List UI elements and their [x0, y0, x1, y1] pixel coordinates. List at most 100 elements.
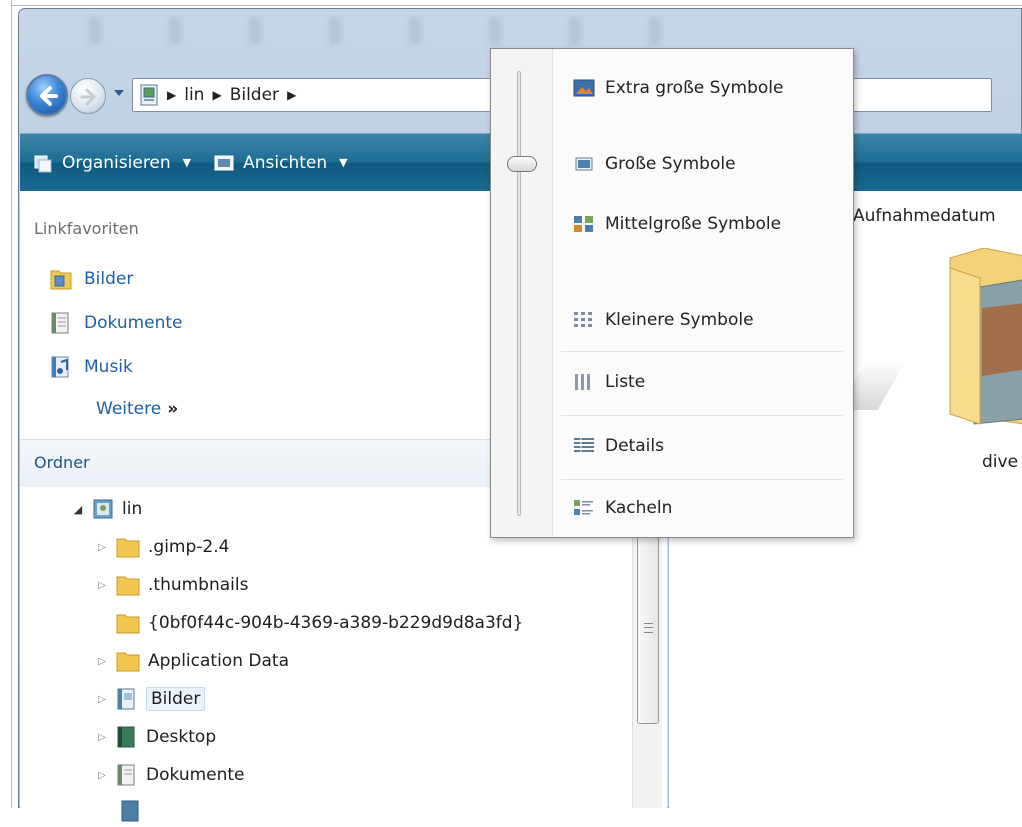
folder-icon	[116, 538, 140, 558]
pictures-folder-icon	[140, 84, 158, 106]
column-header-date-taken[interactable]: Aufnahmedatum	[853, 206, 996, 226]
views-label: Ansichten	[243, 152, 328, 173]
documents-icon	[117, 764, 135, 786]
tree-item-gimp[interactable]: ▷ .gimp-2.4	[96, 531, 229, 563]
documents-icon	[51, 312, 69, 334]
breadcrumb-lin[interactable]: lin	[184, 85, 204, 105]
tree-item-guid-folder[interactable]: {0bf0f44c-904b-4369-a389-b229d9d8a3fd}	[96, 607, 523, 639]
menu-item-list[interactable]: Liste	[573, 367, 645, 397]
menu-item-small-icons[interactable]: Kleinere Symbole	[573, 305, 754, 335]
views-menu: Extra große Symbole Große Symbole Mittel…	[490, 48, 854, 538]
tree-item-bilder[interactable]: ▷ Bilder	[96, 683, 206, 715]
favorite-musik[interactable]: Musik	[50, 355, 133, 379]
breadcrumb-separator[interactable]: ▶	[167, 88, 176, 102]
menu-item-label: Details	[605, 436, 664, 456]
tree-item-label: Dokumente	[146, 765, 245, 785]
folder-name-label[interactable]: dive	[982, 452, 1018, 472]
views-button[interactable]: Ansichten ▼	[213, 152, 348, 173]
tree-item-label: .thumbnails	[148, 575, 249, 595]
scrollbar-grip-icon	[644, 623, 653, 633]
menu-item-label: Mittelgroße Symbole	[605, 214, 782, 234]
menu-separator	[561, 415, 843, 416]
title-bar-glass	[49, 17, 669, 45]
more-label: Weitere	[96, 399, 162, 419]
tree-expand-icon[interactable]: ▷	[96, 542, 108, 553]
favorites-heading: Linkfavoriten	[34, 219, 139, 238]
favorite-dokumente[interactable]: Dokumente	[50, 311, 183, 335]
menu-separator	[561, 479, 843, 480]
pictures-folder-icon	[117, 688, 135, 710]
large-icons-icon	[575, 157, 593, 171]
views-dropdown-arrow: ▼	[339, 156, 348, 169]
tree-item-label: Bilder	[146, 687, 206, 711]
more-chevron-icon: »	[167, 399, 179, 419]
tree-expand-icon[interactable]: ▷	[96, 656, 108, 667]
views-icon	[214, 155, 234, 170]
breadcrumb-separator[interactable]: ▶	[212, 88, 221, 102]
tree-scrollbar[interactable]	[632, 524, 662, 808]
menu-item-label: Extra große Symbole	[605, 78, 784, 98]
recent-pages-dropdown-icon[interactable]	[112, 86, 126, 100]
details-view-icon	[574, 437, 594, 455]
organize-dropdown-arrow: ▼	[182, 156, 192, 169]
folder-icon	[116, 652, 140, 672]
menu-item-label: Große Symbole	[605, 154, 736, 174]
menu-item-medium-icons[interactable]: Mittelgroße Symbole	[573, 209, 781, 239]
view-size-slider-track[interactable]	[517, 71, 521, 516]
tree-item-label: .gimp-2.4	[148, 537, 230, 557]
menu-item-label: Kleinere Symbole	[605, 310, 754, 330]
folders-heading[interactable]: Ordner	[34, 453, 90, 472]
user-folder-icon	[93, 499, 113, 519]
tree-expand-icon[interactable]: ▷	[96, 694, 108, 705]
more-favorites-link[interactable]: Weitere »	[96, 399, 178, 419]
favorite-label: Musik	[84, 357, 133, 377]
folder-icon	[116, 576, 140, 596]
menu-item-label: Liste	[605, 372, 646, 392]
menu-item-details[interactable]: Details	[573, 431, 664, 461]
menu-item-label: Kacheln	[605, 498, 673, 518]
tree-item-application-data[interactable]: ▷ Application Data	[96, 645, 289, 677]
tree-item-partial[interactable]	[120, 795, 142, 827]
favorite-label: Dokumente	[84, 313, 183, 333]
tree-collapse-icon[interactable]: ◢	[72, 503, 84, 516]
tree-expand-icon[interactable]: ▷	[96, 770, 108, 781]
small-icons-icon	[574, 312, 592, 327]
list-view-icon	[575, 374, 590, 390]
breadcrumb-bilder[interactable]: Bilder	[230, 85, 279, 105]
tree-expand-icon[interactable]: ▷	[96, 580, 108, 591]
view-size-slider-area	[491, 49, 553, 537]
tree-item-desktop[interactable]: ▷ Desktop	[96, 721, 216, 753]
tree-item-lin[interactable]: ◢ lin	[72, 493, 142, 525]
extra-large-icons-icon	[573, 79, 595, 97]
folder-icon	[121, 800, 139, 822]
organize-icon	[34, 155, 52, 172]
menu-item-extra-large-icons[interactable]: Extra große Symbole	[573, 73, 783, 103]
view-size-slider-thumb[interactable]	[507, 156, 537, 172]
favorite-label: Bilder	[84, 269, 134, 289]
scrollbar-thumb[interactable]	[637, 534, 659, 724]
breadcrumb-separator[interactable]: ▶	[287, 88, 296, 102]
organize-label: Organisieren	[62, 152, 171, 173]
tree-item-label: {0bf0f44c-904b-4369-a389-b229d9d8a3fd}	[148, 613, 524, 633]
back-button[interactable]	[26, 74, 68, 116]
tree-item-thumbnails[interactable]: ▷ .thumbnails	[96, 569, 248, 601]
medium-icons-icon	[574, 216, 593, 232]
menu-separator	[561, 351, 843, 352]
tree-item-label: lin	[122, 499, 143, 519]
organize-button[interactable]: Organisieren ▼	[32, 152, 191, 174]
tree-item-dokumente[interactable]: ▷ Dokumente	[96, 759, 245, 791]
favorite-bilder[interactable]: Bilder	[50, 267, 133, 291]
back-arrow-icon	[40, 86, 58, 106]
tiles-view-icon	[574, 500, 593, 515]
music-icon	[51, 356, 69, 378]
large-folder-icon[interactable]	[944, 248, 1022, 428]
desktop-folder-icon	[117, 726, 135, 748]
forward-button[interactable]	[70, 78, 106, 114]
menu-item-tiles[interactable]: Kacheln	[573, 493, 672, 523]
tree-expand-icon[interactable]: ▷	[96, 732, 108, 743]
forward-arrow-icon	[80, 88, 96, 106]
screen-left-border	[0, 0, 12, 808]
tree-item-label: Desktop	[146, 727, 217, 747]
tree-item-label: Application Data	[148, 651, 289, 671]
menu-item-large-icons[interactable]: Große Symbole	[573, 149, 736, 179]
